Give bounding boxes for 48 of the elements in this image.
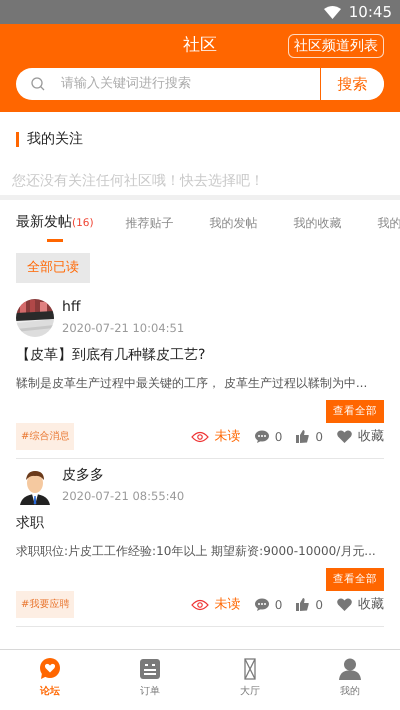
eye-icon (190, 598, 209, 611)
nav-tab[interactable]: 订单 (120, 658, 180, 699)
post-excerpt: 求职职位:片皮工工作经验:10年以上 期望薪资:9000-10000/月元... (16, 543, 377, 560)
post-title: 求职 (16, 514, 45, 534)
tab[interactable]: 我的发帖 (210, 200, 258, 245)
heart-icon (337, 598, 352, 612)
search-button[interactable]: 搜索 (320, 68, 384, 100)
post-excerpt: 鞣制是皮革生产过程中最关键的工序， 皮革生产过程以鞣制为中... (16, 375, 368, 392)
thumbs-up-icon (296, 430, 310, 444)
search-icon (31, 77, 45, 91)
nav-tab[interactable]: 论坛 (20, 658, 80, 699)
comment-icon (254, 598, 269, 612)
favorite-label[interactable]: 收藏 (358, 426, 384, 446)
page-title: 社区 (183, 34, 217, 58)
section-heading: 我的关注 (16, 132, 384, 148)
read-status: 未读 (214, 428, 241, 446)
author-name: hff (62, 299, 82, 316)
nav-tab[interactable]: 我的 (320, 658, 380, 699)
topic-tag[interactable]: #我要应聘 (16, 591, 74, 618)
thumbs-up-icon (296, 598, 310, 612)
read-status: 未读 (214, 596, 241, 614)
tab[interactable]: 我的收藏 (294, 200, 342, 245)
user-icon (339, 658, 361, 680)
favorite-label[interactable]: 收藏 (358, 594, 384, 614)
comment-count: 0 (274, 428, 282, 446)
comment-icon (254, 430, 269, 444)
eye-icon (190, 430, 209, 443)
tab[interactable]: 最新发帖(16) (16, 200, 94, 245)
post-title: 【皮革】到底有几种鞣皮工艺? (16, 346, 206, 366)
heart-icon (337, 430, 352, 444)
wifi-icon (324, 6, 341, 18)
list-icon (139, 658, 161, 680)
like-count: 0 (315, 428, 323, 446)
topic-tag[interactable]: #综合消息 (16, 423, 74, 450)
heart-bubble-icon (39, 658, 61, 680)
tab[interactable]: 推荐贴子 (126, 200, 174, 245)
mark-all-read-button[interactable]: 全部已读 (16, 253, 90, 283)
clock-time: 10:45 (348, 2, 392, 23)
view-all-button[interactable]: 查看全部 (326, 400, 384, 424)
nav-tab[interactable]: 大厅 (220, 658, 280, 699)
like-count: 0 (315, 596, 323, 614)
search-field[interactable]: 请输入关键词进行搜索 搜索 (16, 68, 384, 100)
view-all-button[interactable]: 查看全部 (326, 568, 384, 592)
post-time: 2020-07-21 08:55:40 (62, 488, 184, 505)
post-time: 2020-07-21 10:04:51 (62, 320, 184, 337)
author-name: 皮多多 (62, 467, 105, 484)
comment-count: 0 (274, 596, 282, 614)
channel-list-button[interactable]: 社区频道列表 (288, 34, 384, 58)
